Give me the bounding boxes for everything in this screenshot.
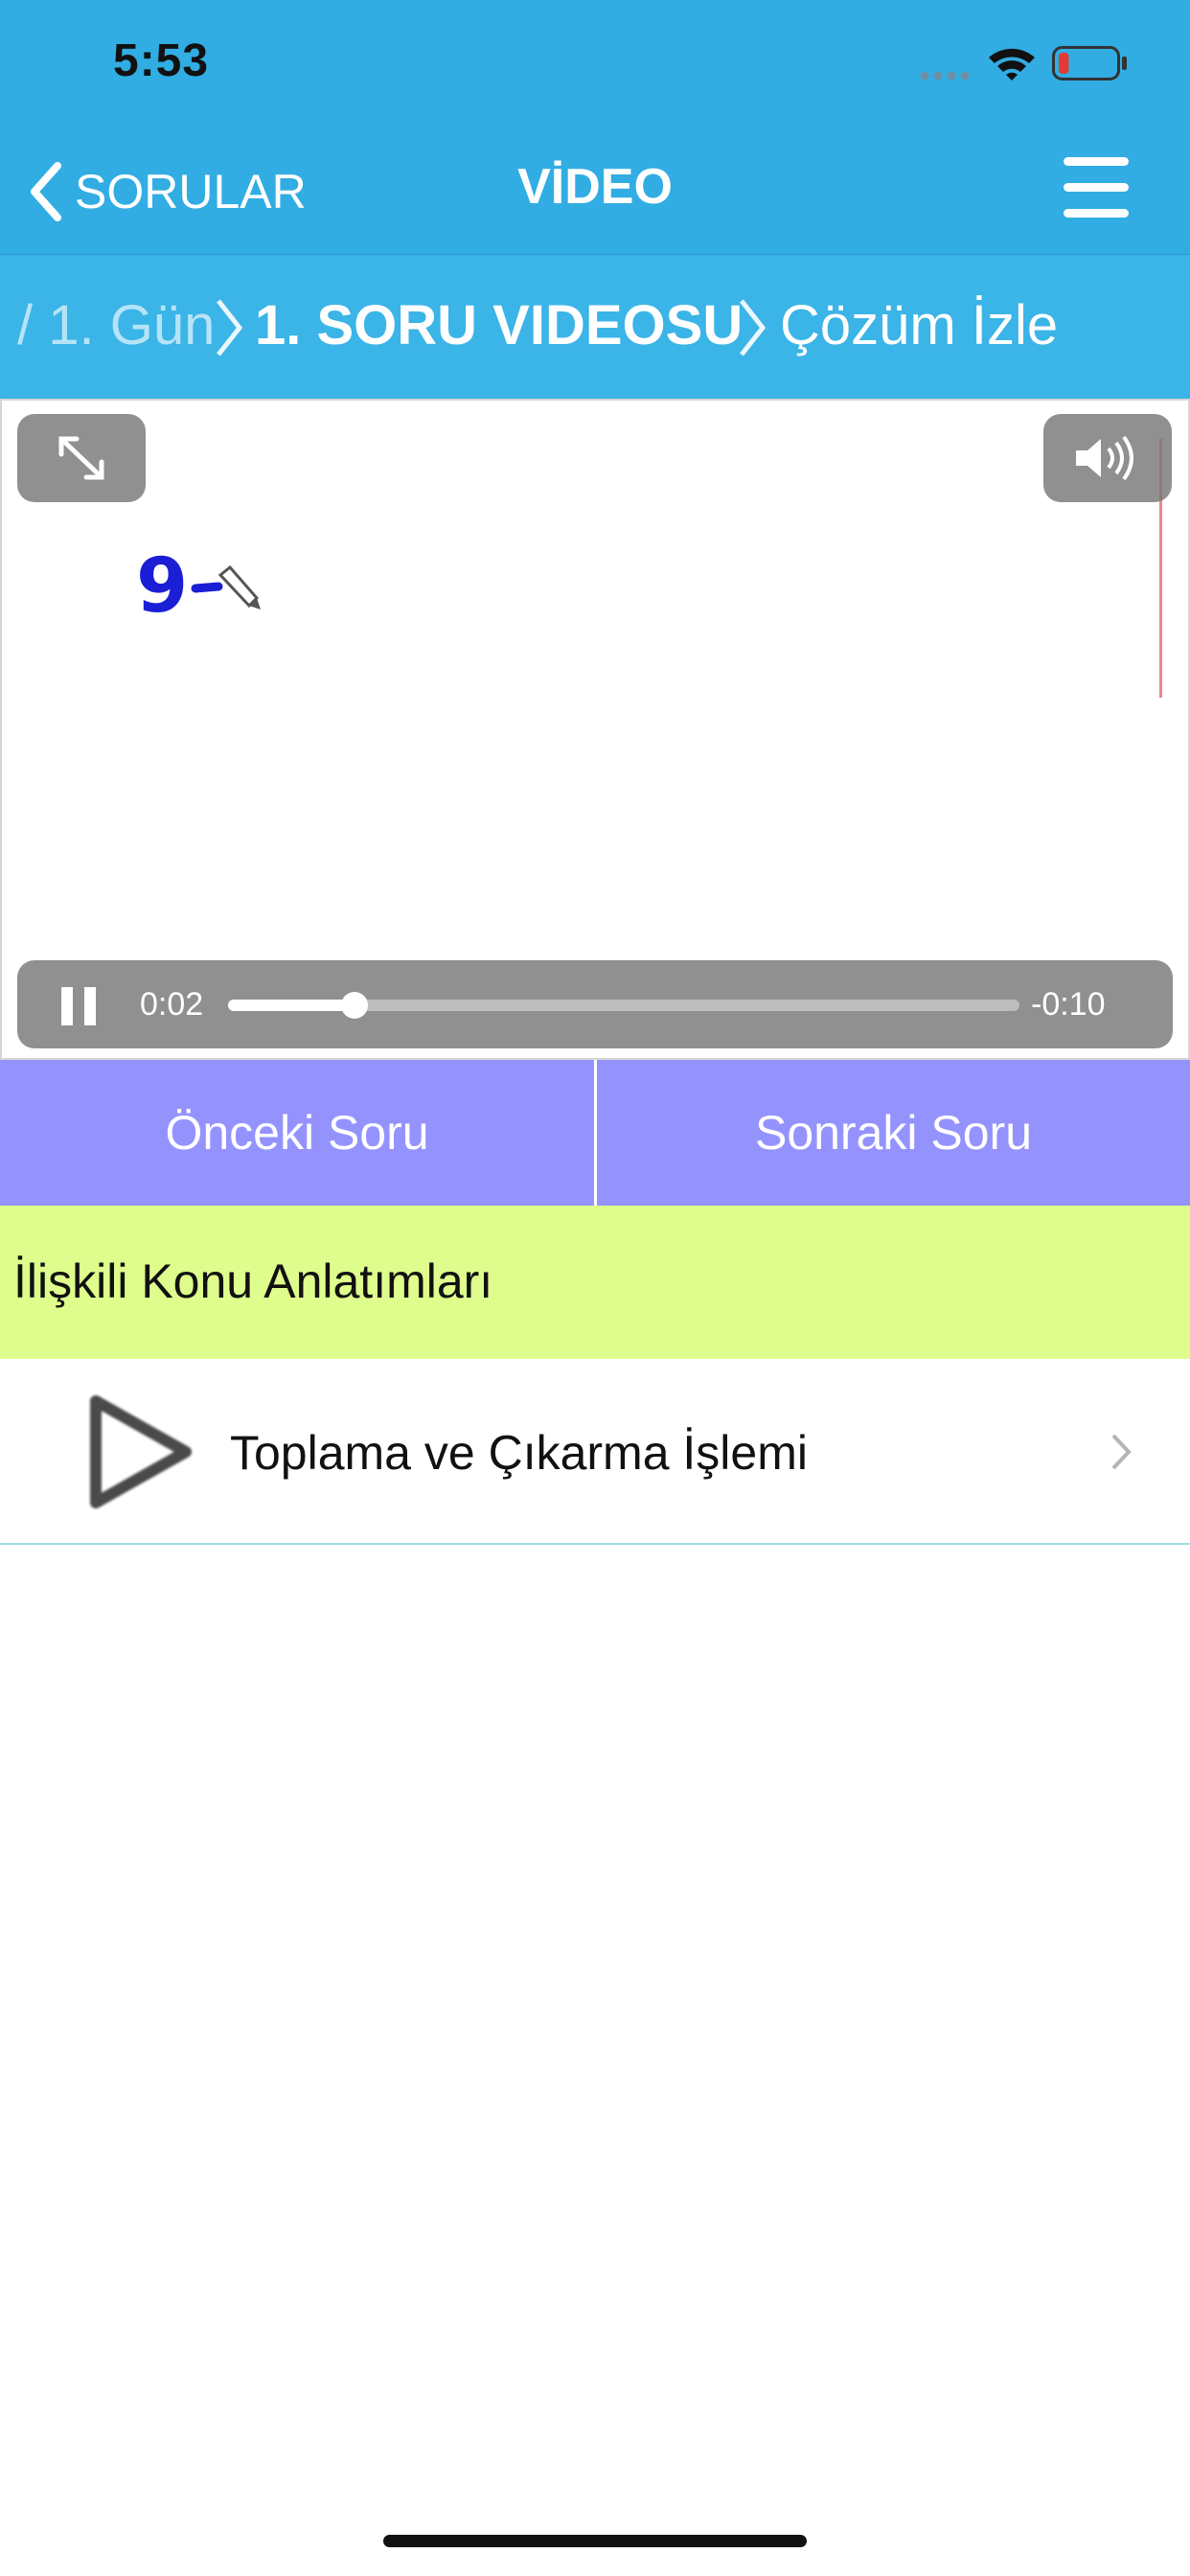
previous-question-button[interactable]: Önceki Soru bbox=[0, 1060, 594, 1206]
cellular-signal-icon bbox=[920, 69, 975, 86]
breadcrumb-item-watch-solution[interactable]: Çözüm İzle bbox=[780, 293, 1058, 357]
whiteboard-digit: 9 bbox=[136, 543, 188, 630]
breadcrumb-item-day[interactable]: / 1. Gün bbox=[17, 293, 215, 357]
fullscreen-button[interactable] bbox=[17, 414, 146, 502]
remaining-time: -0:10 bbox=[1031, 986, 1106, 1023]
related-lectures-title: İlişkili Konu Anlatımları bbox=[13, 1254, 493, 1308]
current-time: 0:02 bbox=[140, 986, 204, 1023]
seek-bar-thumb[interactable] bbox=[341, 992, 369, 1019]
next-question-button[interactable]: Sonraki Soru bbox=[597, 1060, 1190, 1206]
breadcrumb-item-question-video[interactable]: 1. SORU VIDEOSU bbox=[255, 293, 743, 357]
breadcrumb: / 1. Gün 1. SORU VIDEOSU Çözüm İzle bbox=[0, 255, 1190, 399]
seek-bar-progress bbox=[228, 1000, 355, 1011]
play-icon bbox=[90, 1395, 192, 1508]
home-indicator[interactable] bbox=[383, 2535, 807, 2547]
status-time: 5:53 bbox=[113, 35, 210, 86]
battery-icon bbox=[1052, 46, 1129, 85]
pencil-icon bbox=[217, 564, 261, 610]
volume-button[interactable] bbox=[1043, 414, 1172, 502]
page-title: VİDEO bbox=[517, 159, 673, 215]
chevron-right-icon bbox=[217, 299, 243, 356]
chevron-right-icon bbox=[740, 299, 767, 356]
chevron-right-icon bbox=[1111, 1434, 1132, 1470]
speaker-icon bbox=[1076, 435, 1133, 481]
list-item-label: Toplama ve Çıkarma İşlemi bbox=[230, 1426, 808, 1480]
pause-icon[interactable] bbox=[61, 987, 100, 1025]
wifi-icon bbox=[987, 44, 1037, 87]
hamburger-menu-icon[interactable] bbox=[1064, 155, 1129, 220]
expand-arrows-icon bbox=[58, 436, 104, 480]
whiteboard-drawing: 9 bbox=[136, 543, 261, 630]
